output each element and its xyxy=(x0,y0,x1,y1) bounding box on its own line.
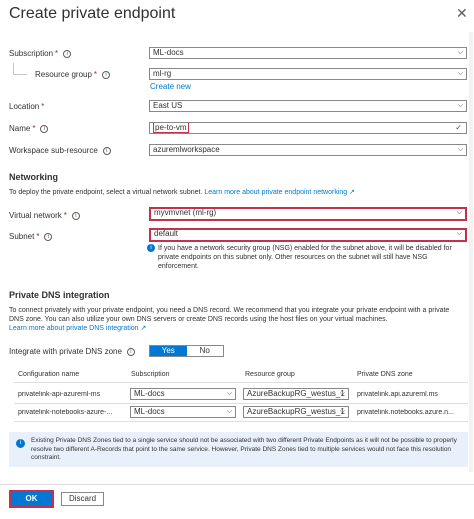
dns-intro: To connect privately with your private e… xyxy=(9,307,450,332)
chevron-down-icon: ⌵ xyxy=(339,390,345,397)
networking-intro: To deploy the private endpoint, select a… xyxy=(9,189,356,196)
close-icon[interactable]: ✕ xyxy=(456,5,468,22)
dns-heading: Private DNS integration xyxy=(9,290,110,300)
subnet-label: Subnet * i xyxy=(9,232,53,242)
integrate-dns-label: Integrate with private DNS zone i xyxy=(9,347,135,357)
info-filled-icon: i xyxy=(147,244,155,252)
ok-button[interactable]: OK xyxy=(9,490,54,508)
banner-text: Existing Private DNS Zones tied to a sin… xyxy=(31,437,457,461)
integrate-dns-toggle[interactable]: Yes No xyxy=(149,345,224,357)
col-dns-zone: Private DNS zone xyxy=(357,371,413,378)
dns-zone-cell: privatelink.api.azureml.ms xyxy=(357,391,438,398)
toggle-yes[interactable]: Yes xyxy=(150,346,187,356)
toggle-no[interactable]: No xyxy=(187,346,224,356)
name-label: Name * i xyxy=(9,124,49,134)
info-icon[interactable]: i xyxy=(126,347,135,356)
row-resource-group-dropdown[interactable]: AzureBackupRG_westus_1 ⌵ xyxy=(243,406,349,418)
info-filled-icon: i xyxy=(16,439,25,448)
row-resource-group-dropdown[interactable]: AzureBackupRG_westus_1 ⌵ xyxy=(243,388,349,400)
dns-zone-cell: privatelink.notebooks.azure.n... xyxy=(357,409,454,416)
chevron-down-icon: ⌵ xyxy=(226,390,232,397)
learn-more-dns-link[interactable]: Learn more about private DNS integration xyxy=(9,325,139,332)
subscription-label: Subscription * i xyxy=(9,49,72,59)
name-input[interactable]: pe-to-vm ✓ xyxy=(149,122,467,134)
row-divider xyxy=(14,403,468,404)
virtual-network-label: Virtual network * i xyxy=(9,211,80,221)
workspace-sub-resource-label: Workspace sub-resource i xyxy=(9,146,111,156)
chevron-down-icon: ⌵ xyxy=(457,49,463,56)
chevron-down-icon: ⌵ xyxy=(339,408,345,415)
table-header-divider xyxy=(14,382,468,383)
footer-divider xyxy=(0,484,474,485)
chevron-down-icon: ⌵ xyxy=(457,70,463,77)
config-name-cell: privatelink-api-azureml-ms xyxy=(18,391,101,398)
info-icon[interactable]: i xyxy=(44,232,53,241)
resource-group-dropdown[interactable]: ml-rg ⌵ xyxy=(149,68,467,80)
learn-more-networking-link[interactable]: Learn more about private endpoint networ… xyxy=(204,189,347,196)
info-icon[interactable]: i xyxy=(102,146,111,155)
col-subscription: Subscription xyxy=(131,371,170,378)
row-subscription-dropdown[interactable]: ML-docs ⌵ xyxy=(130,388,236,400)
subnet-dropdown[interactable]: default ⌵ xyxy=(149,228,467,242)
chevron-down-icon: ⌵ xyxy=(457,102,463,109)
tree-connector xyxy=(13,63,27,75)
info-icon[interactable]: i xyxy=(71,211,80,220)
info-icon[interactable]: i xyxy=(102,70,111,79)
col-config-name: Configuration name xyxy=(18,371,80,378)
info-icon[interactable]: i xyxy=(63,49,72,58)
networking-heading: Networking xyxy=(9,172,59,182)
location-dropdown[interactable]: East US ⌵ xyxy=(149,100,467,112)
info-banner: i Existing Private DNS Zones tied to a s… xyxy=(9,432,468,467)
location-label: Location * xyxy=(9,102,45,111)
row-divider xyxy=(14,421,468,422)
scrollbar[interactable] xyxy=(469,32,473,472)
config-name-cell: privatelink-notebooks-azure-... xyxy=(18,409,113,416)
page-title: Create private endpoint xyxy=(9,5,176,22)
external-link-icon: ↗ xyxy=(349,189,356,196)
workspace-sub-resource-dropdown[interactable]: azuremlworkspace ⌵ xyxy=(149,144,467,156)
col-resource-group: Resource group xyxy=(245,371,295,378)
chevron-down-icon: ⌵ xyxy=(456,209,462,216)
checkmark-icon: ✓ xyxy=(455,123,462,132)
chevron-down-icon: ⌵ xyxy=(456,230,462,237)
chevron-down-icon: ⌵ xyxy=(226,408,232,415)
discard-button[interactable]: Discard xyxy=(61,492,104,506)
row-subscription-dropdown[interactable]: ML-docs ⌵ xyxy=(130,406,236,418)
virtual-network-dropdown[interactable]: myvmvnet (ml-rg) ⌵ xyxy=(149,207,467,221)
create-new-link[interactable]: Create new xyxy=(150,82,191,92)
chevron-down-icon: ⌵ xyxy=(457,146,463,153)
subscription-dropdown[interactable]: ML-docs ⌵ xyxy=(149,47,467,59)
resource-group-label: Resource group * i xyxy=(35,70,111,80)
info-icon[interactable]: i xyxy=(40,124,49,133)
external-link-icon: ↗ xyxy=(140,325,147,332)
nsg-note: If you have a network security group (NS… xyxy=(158,245,452,270)
